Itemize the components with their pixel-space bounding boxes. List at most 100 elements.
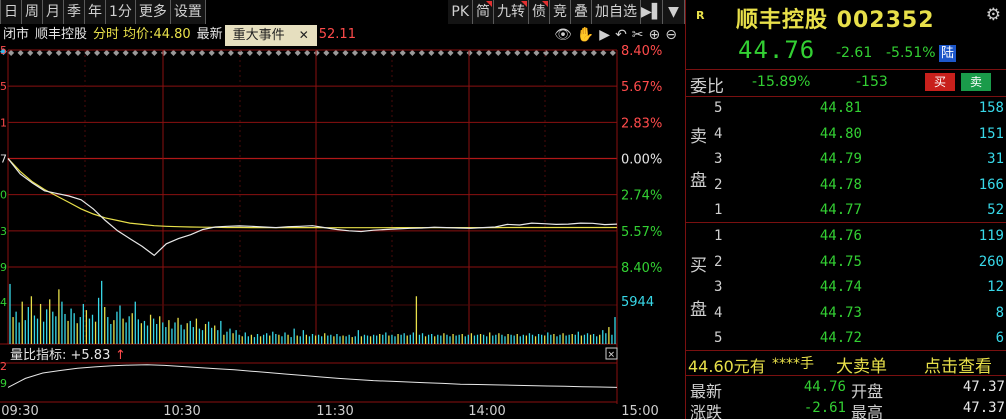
quote-stat-row: 最新 44.76 开盘 47.37 <box>686 378 1006 401</box>
bid-side-label: 盘 <box>690 300 707 320</box>
divider <box>686 222 1006 223</box>
ask-price: 44.77 <box>819 202 862 218</box>
time-axis-label: 11:30 <box>316 404 353 419</box>
bid-row[interactable]: 5 44.72 6 <box>714 327 1004 350</box>
bid-volume: 260 <box>978 253 1004 270</box>
bid-level: 3 <box>714 279 723 295</box>
price-axis-left-label: 9 <box>0 261 7 274</box>
high-value: 47.37 <box>962 400 1005 416</box>
bid-volume: 12 <box>987 279 1004 295</box>
ask-level: 2 <box>714 176 723 193</box>
price-change-pct: -5.51% <box>886 45 936 61</box>
order-ratio-row: 委比 -15.89% -153 买 卖 <box>686 70 1006 97</box>
indicator-up-arrow: ↑ <box>115 348 126 363</box>
ask-row[interactable]: 1 44.77 52 <box>714 199 1004 222</box>
gear-icon[interactable]: ⚙ <box>986 5 1001 25</box>
bid-level: 2 <box>714 253 723 270</box>
bid-volume: 119 <box>978 228 1004 244</box>
ask-price: 44.81 <box>819 100 862 116</box>
bid-level: 4 <box>714 304 723 321</box>
time-axis-label: 15:00 <box>621 404 658 419</box>
bid-price: 44.76 <box>819 228 862 244</box>
bid-row[interactable]: 3 44.74 12 <box>714 276 1004 299</box>
ask-price: 44.80 <box>819 125 862 142</box>
bid-volume: 6 <box>995 330 1004 346</box>
close-icon-glyph: ✕ <box>608 351 616 361</box>
ask-level: 5 <box>714 100 723 116</box>
time-axis-label: 14:00 <box>468 404 505 419</box>
price-line <box>7 158 618 257</box>
price-axis-left-label: 1 <box>0 116 7 129</box>
ask-volume: 31 <box>987 151 1004 167</box>
price-axis-right-label: 5.67% <box>621 80 662 95</box>
timeshare-chart[interactable]: 55170394 8.40%5.67%2.83%0.00%2.74%5.57%8… <box>0 0 685 419</box>
indicator-label: 量比指标: +5.83 <box>10 348 110 363</box>
timeshare-chart-panel: 日 周 月 季 年 1分 更多 设置 PK 简 九转 债 竞 叠 加自选 ▶▌ … <box>0 0 685 419</box>
change-value: -2.61 <box>803 400 846 416</box>
sell-button[interactable]: 卖 <box>961 73 991 91</box>
ask-row[interactable]: 5 44.81 158 <box>714 97 1004 120</box>
price-axis-right-label: 2.74% <box>621 189 662 204</box>
bid-side-label: 买 <box>690 256 707 276</box>
time-axis-label: 10:30 <box>163 404 200 419</box>
ask-volume: 151 <box>978 125 1004 142</box>
bid-price: 44.72 <box>819 330 862 346</box>
quote-stat-row: 涨跌 -2.61 最高 47.37 <box>686 399 1006 419</box>
volume-ratio-line <box>7 364 618 388</box>
time-axis-label: 09:30 <box>1 404 38 419</box>
volume-axis-left-label: 4 <box>0 296 7 309</box>
bid-level: 1 <box>714 228 723 244</box>
price-axis-left-label: 3 <box>0 225 7 238</box>
ask-volume: 166 <box>978 176 1004 193</box>
price-row: 44.76 -2.61 -5.51% 陆 <box>686 36 1006 66</box>
price-axis-right-label: 2.83% <box>621 116 662 131</box>
order-ratio-label: 委比 <box>690 77 724 97</box>
price-lines <box>7 158 618 257</box>
ask-side-label: 盘 <box>690 171 707 191</box>
open-value: 47.37 <box>962 379 1005 395</box>
stock-title: 顺丰控股 002352 <box>736 8 935 33</box>
ask-volume: 158 <box>978 100 1004 116</box>
ask-level: 1 <box>714 202 723 218</box>
ask-row[interactable]: 2 44.78 166 <box>714 174 1004 197</box>
market-tag: R <box>696 9 705 22</box>
indicator-axis-label: 9 <box>0 377 7 390</box>
price-axis-right-label: 5.57% <box>621 225 662 240</box>
bid-price: 44.75 <box>819 253 862 270</box>
ask-side-label: 卖 <box>690 127 707 147</box>
price-axis-right: 8.40% 5.67% 2.83% 0.00% 2.74% 5.57% 8.40% 5944 <box>621 44 662 310</box>
price-axis-right-label: 0.00% <box>621 153 662 168</box>
big-order-hands: ****手 <box>772 356 814 372</box>
exchange-badge: 陆 <box>939 45 957 62</box>
view-big-order-link[interactable]: 点击查看 <box>924 352 992 377</box>
bid-row[interactable]: 4 44.73 8 <box>714 302 1004 325</box>
volume-axis-label: 5944 <box>621 295 654 310</box>
bid-price: 44.74 <box>819 279 862 295</box>
order-ratio-value: -15.89% <box>752 74 811 90</box>
bid-row[interactable]: 2 44.75 260 <box>714 251 1004 274</box>
ask-volume: 52 <box>987 202 1004 218</box>
price-axis-left-label: 5 <box>0 80 7 93</box>
bid-price: 44.73 <box>819 304 862 321</box>
buy-button[interactable]: 买 <box>925 73 955 91</box>
time-axis: 09:30 10:30 11:30 14:00 15:00 <box>1 404 658 419</box>
quote-title-row: R 顺丰控股 002352 ⚙ <box>686 0 1006 33</box>
divider <box>686 375 1006 376</box>
bid-level: 5 <box>714 330 723 346</box>
ask-level: 4 <box>714 125 723 142</box>
big-order-row[interactable]: 44.60元有 ****手 大卖单 点击查看 <box>686 351 1006 377</box>
price-axis-left-label: 0 <box>0 189 7 202</box>
indicator-axis-label: 2 <box>0 360 7 373</box>
quote-panel: R 顺丰控股 002352 ⚙ 44.76 -2.61 -5.51% 陆 委比 … <box>685 0 1006 419</box>
ask-price: 44.78 <box>819 176 862 193</box>
ask-row[interactable]: 3 44.79 31 <box>714 148 1004 171</box>
price-axis-left-label: 5 <box>0 44 7 57</box>
latest-value: 44.76 <box>803 379 846 395</box>
bid-volume: 8 <box>995 304 1004 321</box>
price-axis-left: 5 5 1 7 0 3 9 4 <box>0 44 7 309</box>
ask-row[interactable]: 4 44.80 151 <box>714 123 1004 146</box>
avg-price-line <box>7 158 617 229</box>
big-order-amount: 44.60元有 <box>688 357 766 376</box>
bid-row[interactable]: 1 44.76 119 <box>714 225 1004 248</box>
price-axis-right-label: 8.40% <box>621 261 662 276</box>
